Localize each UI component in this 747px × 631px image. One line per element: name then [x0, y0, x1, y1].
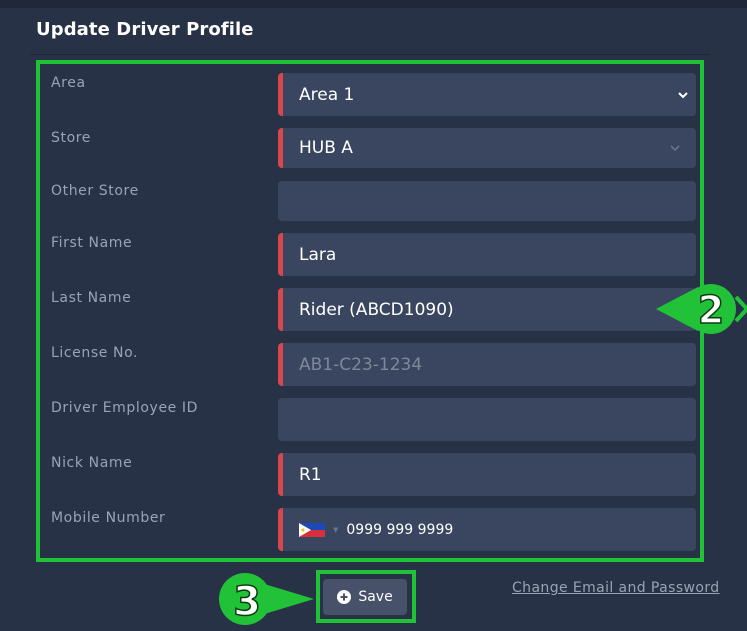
license-label: License No.: [51, 345, 139, 361]
last-name-value: Rider (ABCD1090): [299, 299, 454, 320]
nick-name-value: R1: [299, 464, 322, 485]
page-title: Update Driver Profile: [36, 19, 254, 40]
plus-circle-icon: [337, 590, 352, 604]
area-select[interactable]: Area 1: [278, 73, 696, 116]
employee-id-label: Driver Employee ID: [51, 400, 199, 416]
store-value: HUB A: [299, 138, 353, 158]
country-selector[interactable]: ▼: [299, 522, 346, 537]
philippines-flag-icon: [299, 522, 325, 537]
area-label: Area: [51, 75, 86, 91]
area-value: Area 1: [299, 84, 355, 105]
first-name-value: Lara: [299, 244, 337, 265]
mobile-input[interactable]: ▼ 0999 999 9999: [278, 508, 696, 551]
change-email-password-link[interactable]: Change Email and Password: [512, 580, 720, 596]
top-strip: [0, 0, 747, 8]
store-select[interactable]: HUB A: [278, 128, 696, 168]
first-name-label: First Name: [51, 235, 133, 251]
chevron-down-icon: [678, 91, 688, 98]
title-divider: [30, 54, 710, 55]
chevron-down-icon: [670, 145, 680, 151]
step-2-number: 2: [698, 288, 724, 332]
save-label: Save: [358, 589, 393, 605]
last-name-input[interactable]: Rider (ABCD1090): [278, 288, 696, 331]
license-placeholder: AB1-C23-1234: [299, 354, 423, 375]
step-2-callout-icon: 2: [656, 284, 747, 334]
mobile-value: 0999 999 9999: [346, 521, 454, 538]
nick-name-input[interactable]: R1: [278, 453, 696, 496]
last-name-label: Last Name: [51, 290, 132, 306]
employee-id-input[interactable]: [278, 398, 696, 441]
nick-name-label: Nick Name: [51, 455, 133, 471]
other-store-label: Other Store: [51, 183, 139, 199]
step-3-number: 3: [233, 579, 261, 625]
store-label: Store: [51, 130, 92, 146]
save-button[interactable]: Save: [323, 579, 407, 615]
caret-down-icon: ▼: [333, 525, 339, 534]
step-3-callout-icon: 3: [219, 573, 314, 626]
other-store-input[interactable]: [278, 181, 696, 221]
mobile-label: Mobile Number: [51, 510, 166, 526]
license-input[interactable]: AB1-C23-1234: [278, 343, 696, 386]
first-name-input[interactable]: Lara: [278, 233, 696, 276]
